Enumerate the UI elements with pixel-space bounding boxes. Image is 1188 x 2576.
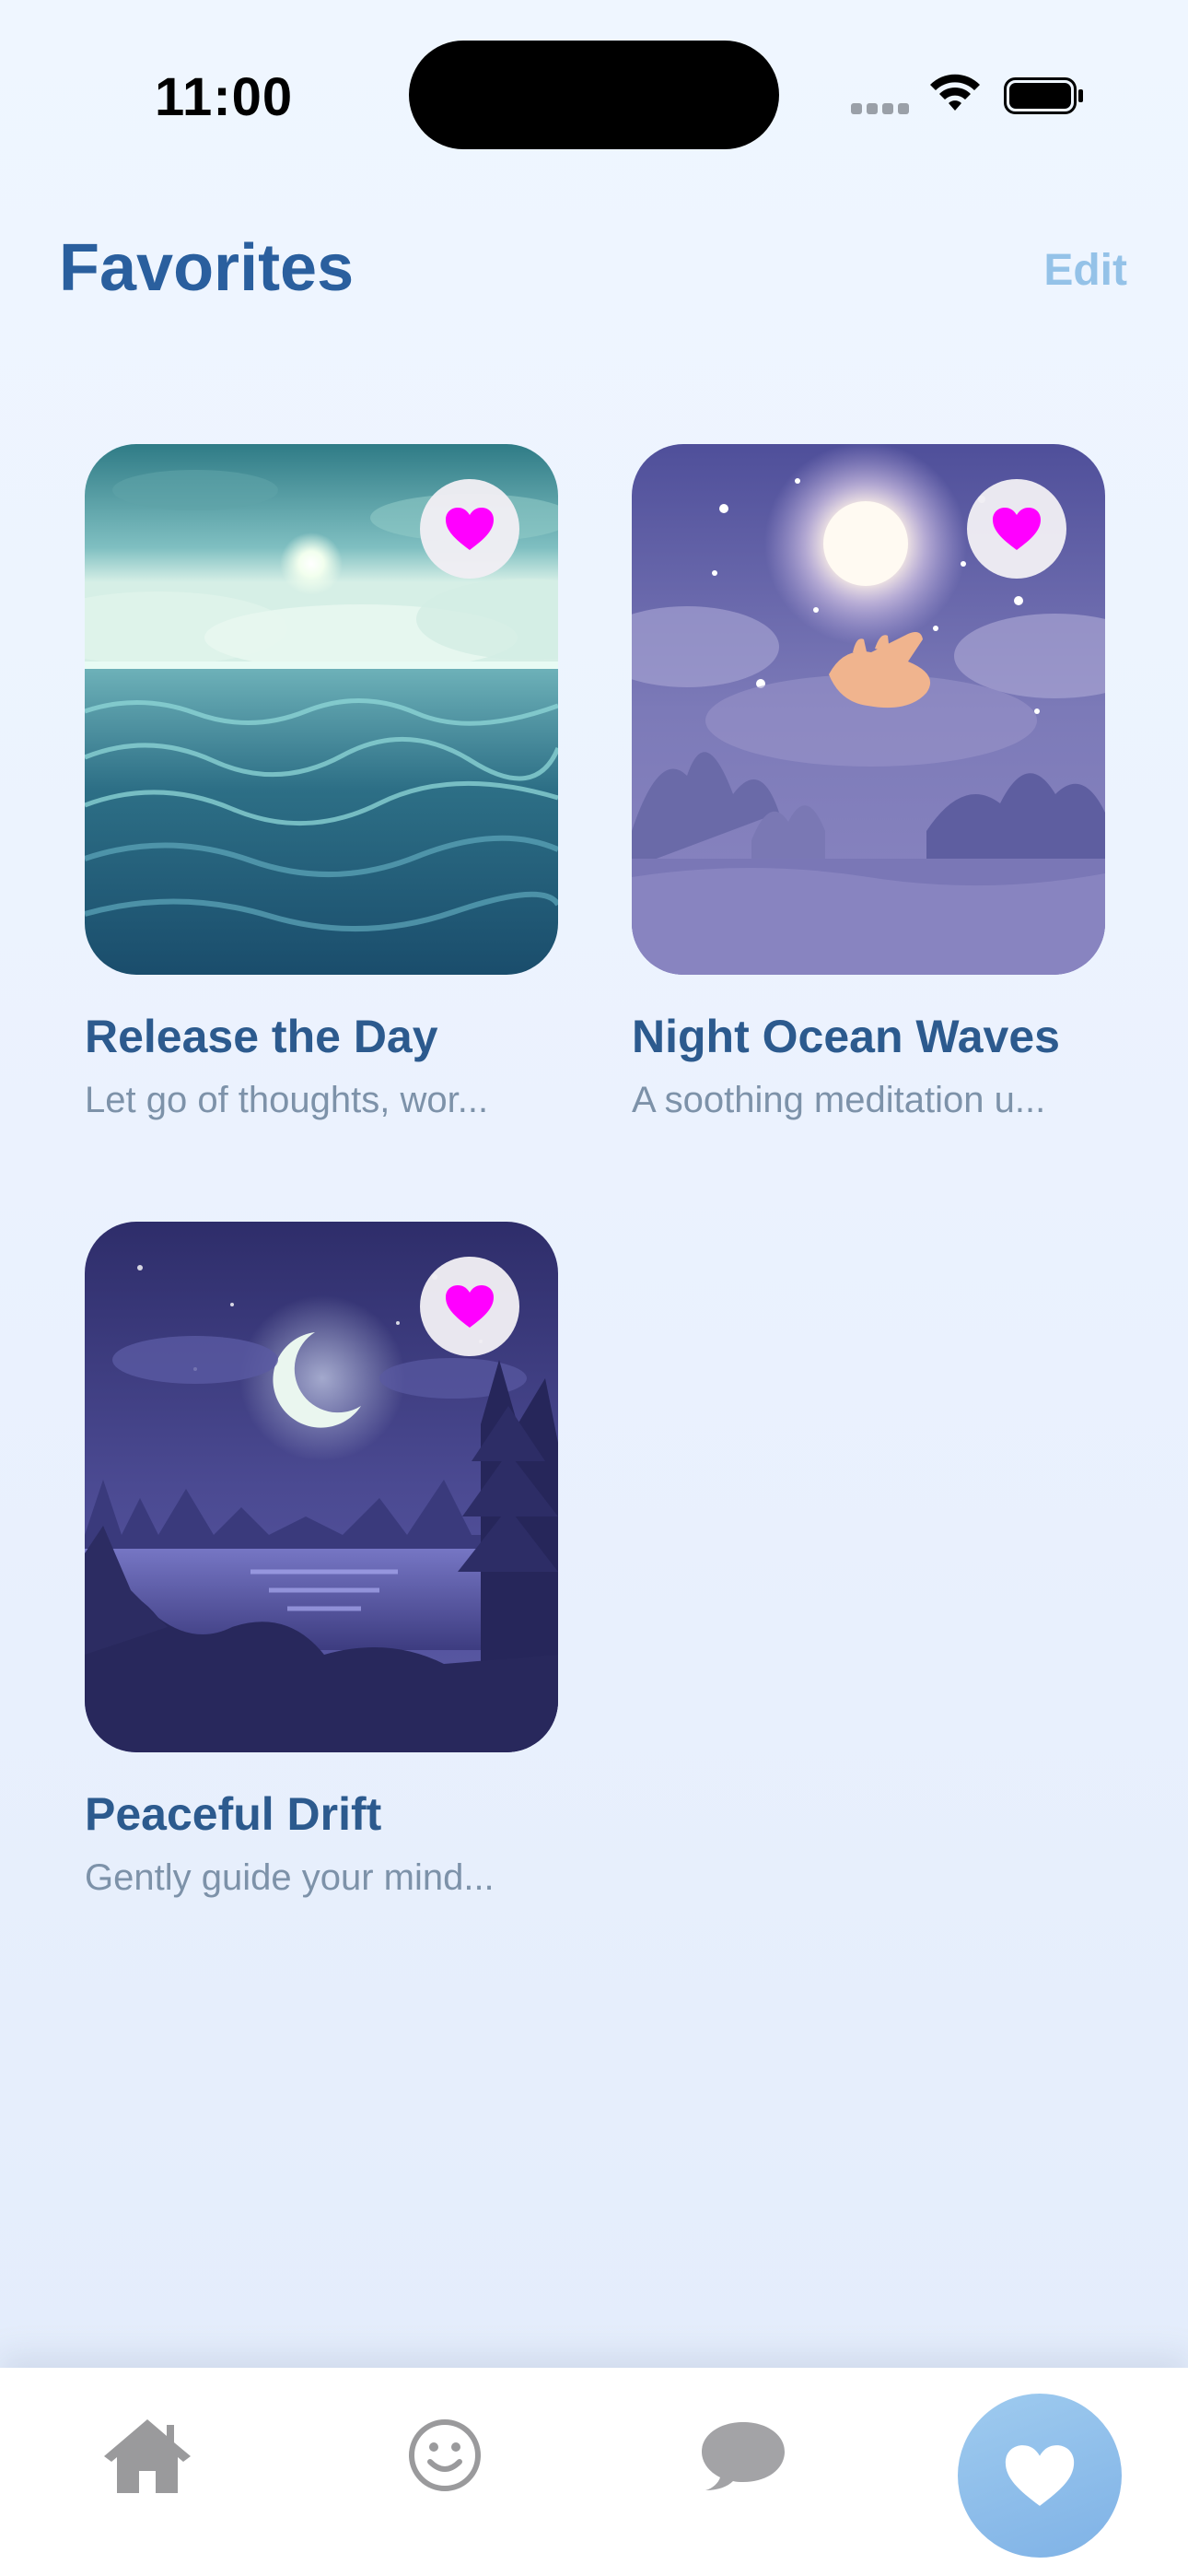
cellular-signal-icon (851, 103, 910, 114)
tab-favorites[interactable] (958, 2394, 1122, 2558)
card-title: Peaceful Drift (85, 1788, 382, 1840)
favorite-toggle-button[interactable] (420, 1257, 519, 1356)
card-subtitle: A soothing meditation u... (632, 1080, 1046, 1120)
dynamic-island (409, 41, 779, 149)
favorite-card-release-the-day[interactable]: Release the Day Let go of thoughts, wor.… (85, 444, 558, 1121)
status-time: 11:00 (155, 67, 294, 127)
heart-icon (993, 508, 1041, 550)
wifi-icon (930, 74, 980, 111)
page-title: Favorites (59, 231, 355, 305)
tab-bar (0, 2368, 1188, 2576)
card-artwork-orb (632, 444, 1105, 975)
card-artwork-moon-lake (85, 1222, 558, 1752)
status-bar: 11:00 (0, 0, 1188, 184)
favorite-card-night-ocean-waves[interactable]: Night Ocean Waves A soothing meditation … (632, 444, 1105, 1121)
edit-button[interactable]: Edit (1043, 245, 1127, 296)
tab-mood[interactable] (396, 2405, 494, 2506)
card-title: Release the Day (85, 1011, 438, 1062)
battery-icon (1004, 77, 1083, 114)
card-subtitle: Gently guide your mind... (85, 1857, 495, 1898)
favorite-toggle-button[interactable] (420, 479, 519, 579)
card-artwork-ocean (85, 444, 558, 975)
tab-chat[interactable] (693, 2405, 794, 2506)
chat-bubble-icon (702, 2422, 785, 2490)
smiley-icon (409, 2419, 481, 2491)
card-subtitle: Let go of thoughts, wor... (85, 1080, 489, 1120)
tab-home[interactable] (92, 2405, 203, 2506)
favorite-toggle-button[interactable] (967, 479, 1066, 579)
heart-icon (446, 1285, 494, 1328)
home-icon (104, 2419, 191, 2493)
card-title: Night Ocean Waves (632, 1011, 1060, 1062)
heart-icon (446, 508, 494, 550)
favorite-card-peaceful-drift[interactable]: Peaceful Drift Gently guide your mind... (85, 1222, 558, 1899)
heart-icon (1005, 2445, 1075, 2506)
